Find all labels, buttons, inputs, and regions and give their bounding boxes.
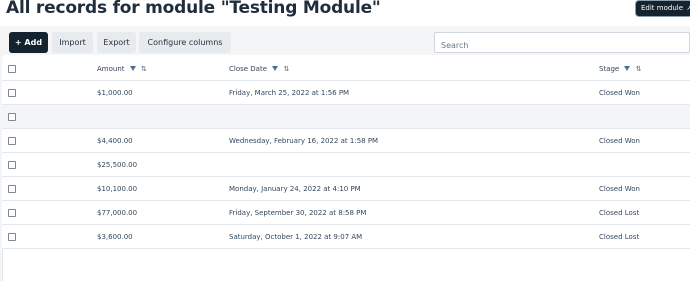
page-header: All records for module "Testing Module" …: [0, 0, 690, 26]
table-row[interactable]: $10,100.00 Monday, January 24, 2022 at 4…: [2, 177, 690, 201]
table-header-row: Amount ⇅ Close Date ⇅ Stage ⇅: [2, 57, 690, 81]
search-input[interactable]: [435, 36, 689, 55]
column-header-close-date[interactable]: Close Date ⇅: [229, 57, 289, 81]
row-checkbox[interactable]: [8, 137, 16, 145]
configure-columns-button[interactable]: Configure columns: [139, 32, 231, 53]
row-checkbox[interactable]: [8, 233, 16, 241]
search-box[interactable]: [434, 32, 690, 55]
close-date-cell: Saturday, October 1, 2022 at 9:07 AM: [229, 233, 363, 241]
row-checkbox[interactable]: [8, 209, 16, 217]
stage-cell: Closed Lost: [599, 209, 640, 217]
sort-icon[interactable]: ⇅: [284, 65, 290, 73]
row-checkbox[interactable]: [8, 185, 16, 193]
amount-cell: $1,000.00: [97, 89, 133, 97]
sort-icon[interactable]: ⇅: [141, 65, 147, 73]
close-date-cell: Friday, March 25, 2022 at 1:56 PM: [229, 89, 350, 97]
import-button[interactable]: Import: [52, 32, 93, 53]
table-row[interactable]: $25,500.00: [2, 153, 690, 177]
column-header-stage[interactable]: Stage ⇅: [599, 57, 642, 81]
records-table: Amount ⇅ Close Date ⇅ Stage ⇅ $1,000.00 …: [2, 57, 690, 249]
amount-cell: $3,600.00: [97, 233, 133, 241]
page-title: All records for module "Testing Module": [6, 0, 381, 18]
table-row[interactable]: $3,600.00 Saturday, October 1, 2022 at 9…: [2, 225, 690, 249]
table-row[interactable]: [2, 105, 690, 129]
column-label-close-date: Close Date: [229, 65, 268, 73]
stage-cell: Closed Won: [599, 137, 640, 145]
close-date-cell: Friday, September 30, 2022 at 8:58 PM: [229, 209, 367, 217]
row-checkbox[interactable]: [8, 89, 16, 97]
row-checkbox[interactable]: [8, 113, 16, 121]
sort-icon[interactable]: ⇅: [636, 65, 642, 73]
row-checkbox[interactable]: [8, 161, 16, 169]
amount-cell: $10,100.00: [97, 185, 138, 193]
stage-cell: Closed Won: [599, 89, 640, 97]
select-all-checkbox[interactable]: [8, 65, 16, 73]
edit-module-label: Edit module: [641, 4, 684, 12]
amount-cell: $25,500.00: [97, 161, 138, 169]
amount-cell: $4,400.00: [97, 137, 133, 145]
amount-cell: $77,000.00: [97, 209, 138, 217]
close-date-cell: Monday, January 24, 2022 at 4:10 PM: [229, 185, 361, 193]
edit-module-button[interactable]: Edit module ↗: [636, 1, 690, 16]
add-record-button[interactable]: + Add: [9, 32, 48, 53]
column-label-stage: Stage: [599, 65, 620, 73]
filter-icon[interactable]: [129, 65, 136, 71]
external-link-icon: ↗: [686, 4, 690, 12]
stage-cell: Closed Won: [599, 185, 640, 193]
close-date-cell: Wednesday, February 16, 2022 at 1:58 PM: [229, 137, 379, 145]
table-row[interactable]: $1,000.00 Friday, March 25, 2022 at 1:56…: [2, 81, 690, 105]
filter-icon[interactable]: [272, 65, 279, 71]
table-row[interactable]: $4,400.00 Wednesday, February 16, 2022 a…: [2, 129, 690, 153]
filter-icon[interactable]: [624, 65, 631, 71]
stage-cell: Closed Lost: [599, 233, 640, 241]
table-row[interactable]: $77,000.00 Friday, September 30, 2022 at…: [2, 201, 690, 225]
column-header-amount[interactable]: Amount ⇅: [97, 57, 147, 81]
export-button[interactable]: Export: [97, 32, 136, 53]
column-label-amount: Amount: [97, 65, 125, 73]
